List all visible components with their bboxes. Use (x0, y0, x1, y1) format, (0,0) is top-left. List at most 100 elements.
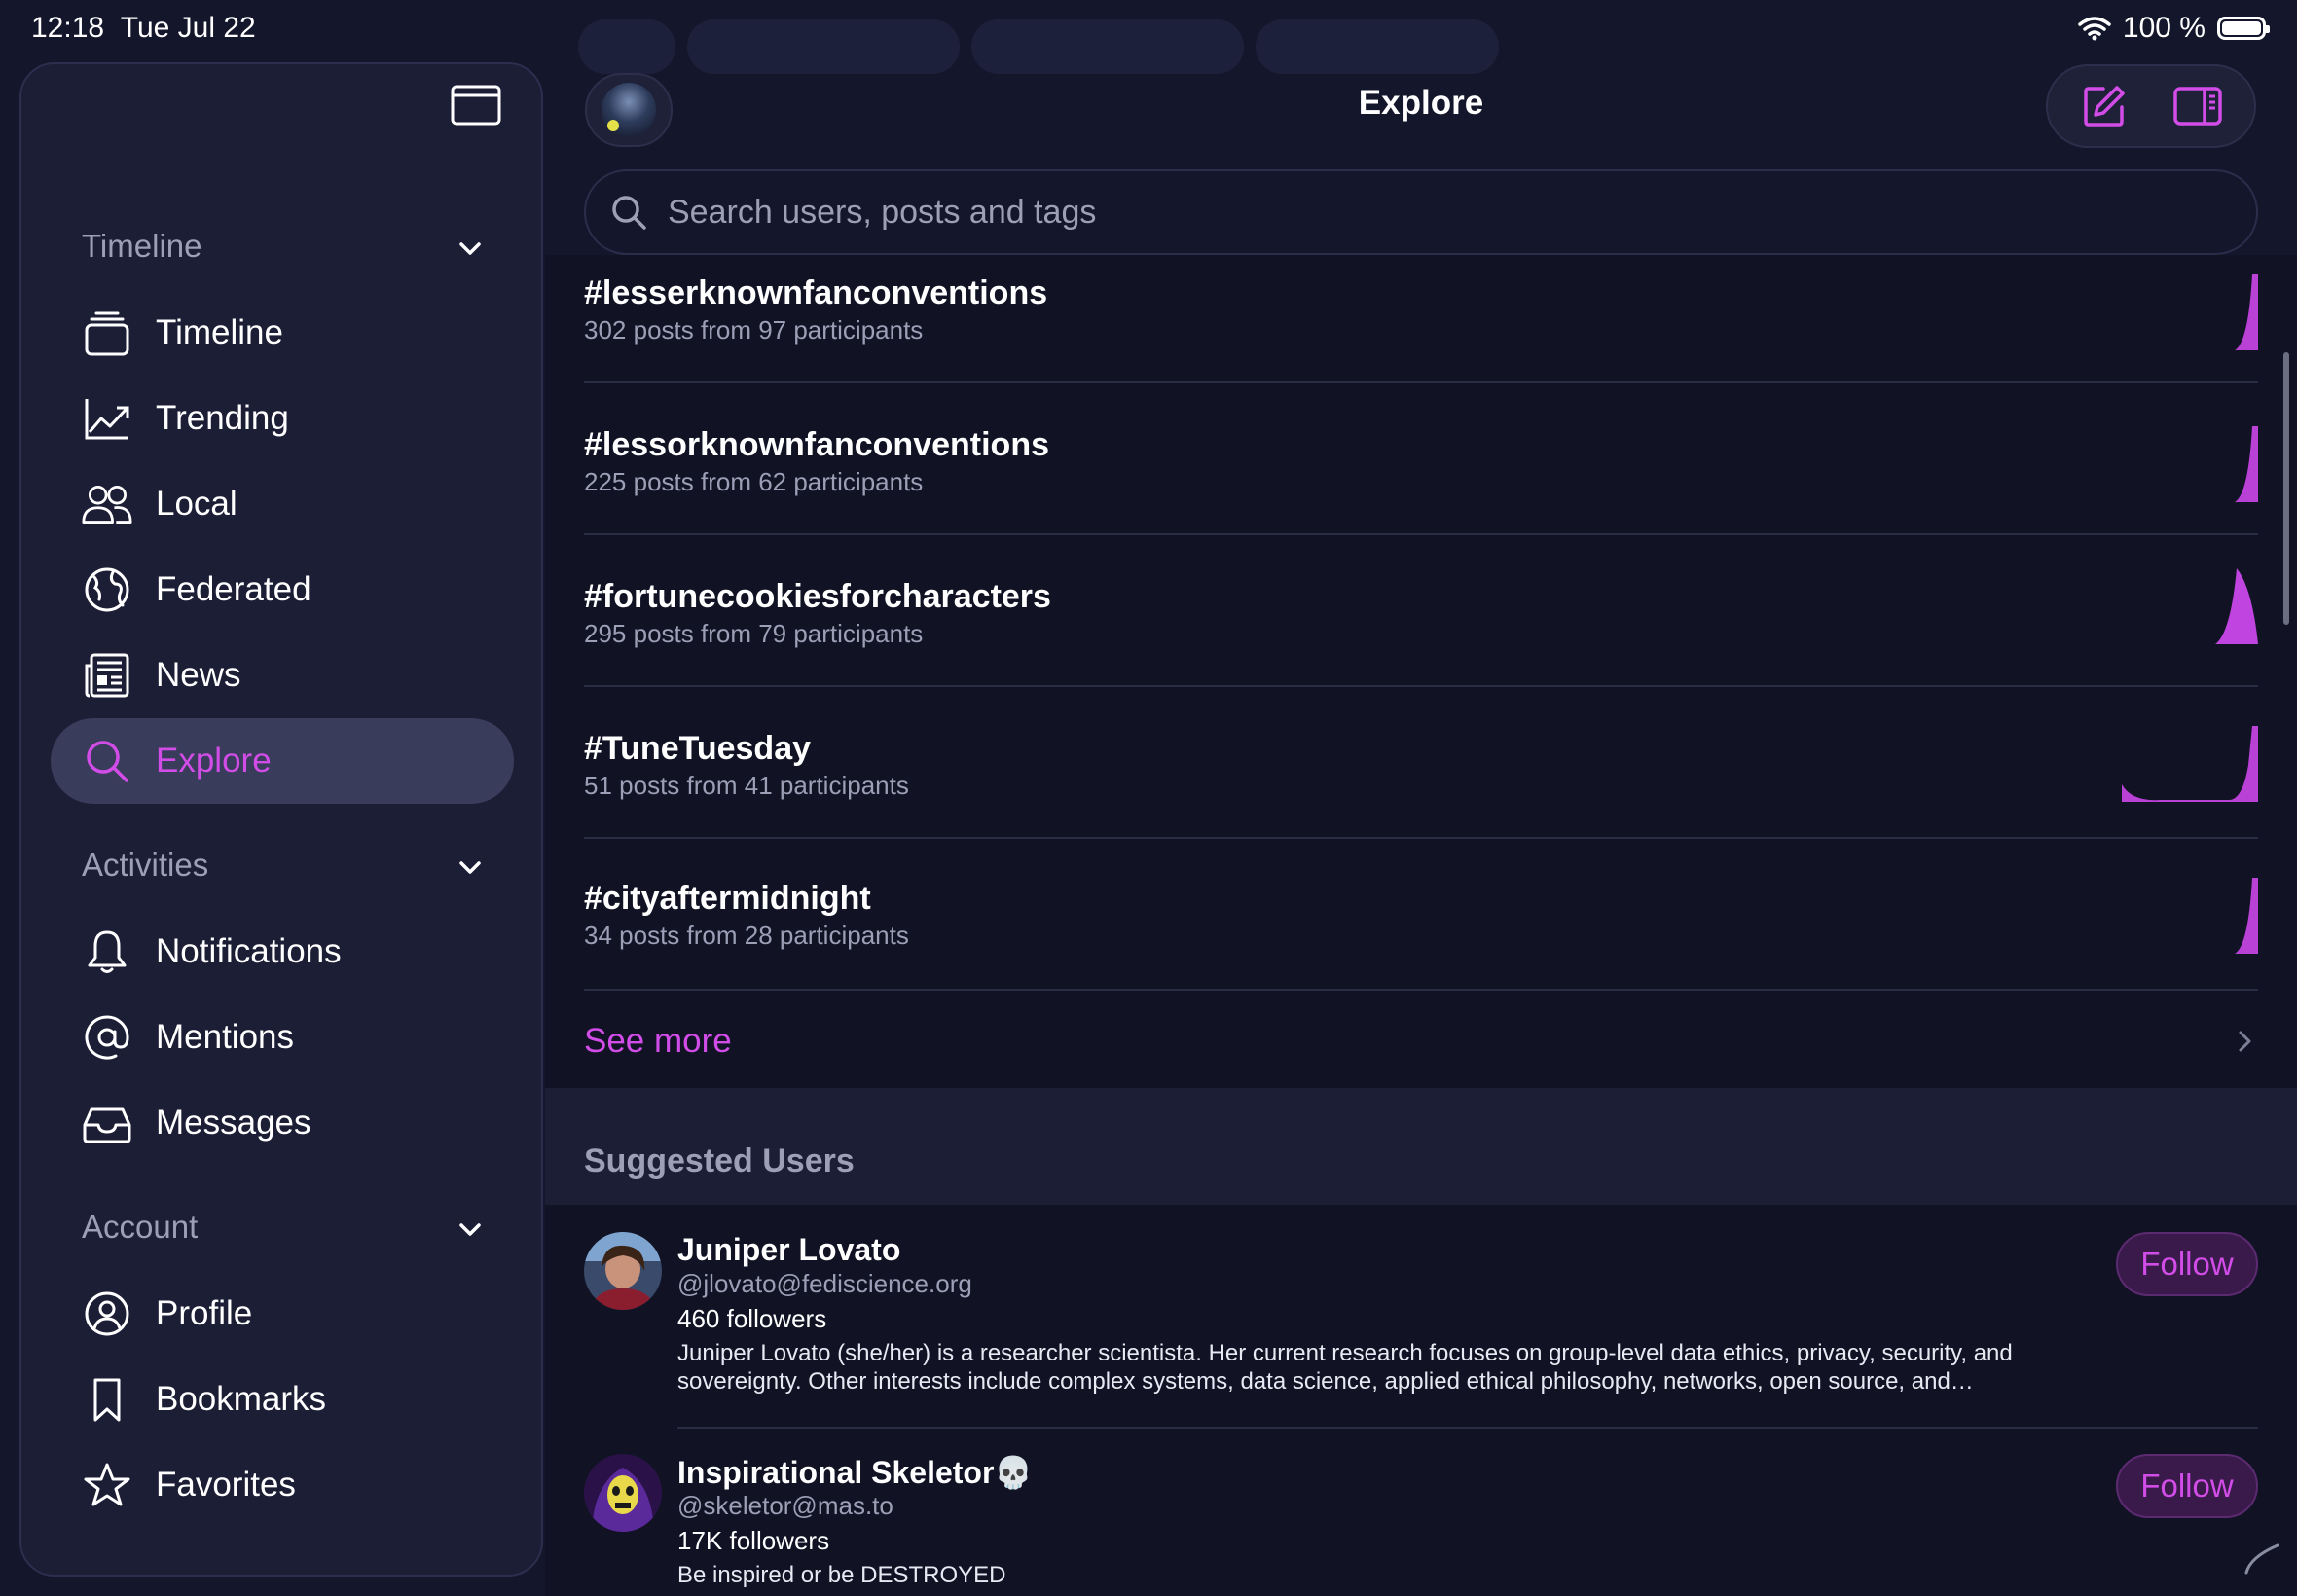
tag-row[interactable]: #lessorknownfanconventions 225 posts fro… (584, 383, 2258, 535)
chevron-down-icon[interactable] (454, 1213, 487, 1246)
tag-name: #cityaftermidnight (584, 880, 871, 917)
scrollbar[interactable] (2283, 352, 2289, 625)
sidebar-item-label: Notifications (156, 932, 342, 970)
user-name: Juniper Lovato (677, 1232, 901, 1267)
loading-spinner-icon (2242, 1538, 2281, 1577)
page-title: Explore (1358, 84, 1484, 122)
sidebar-item-label: Profile (156, 1294, 253, 1332)
sidebar-item-label: Mentions (156, 1018, 295, 1056)
bookmark-icon (82, 1374, 132, 1425)
sidebar-item-notifications[interactable]: Notifications (51, 909, 514, 995)
user-followers: 17K followers (677, 1526, 830, 1555)
tag-row[interactable]: #lesserknownfanconventions 302 posts fro… (584, 255, 2258, 381)
section-header-activities[interactable]: Activities (82, 847, 208, 884)
user-handle: @skeletor@mas.to (677, 1491, 893, 1520)
sidebar-item-label: Favorites (156, 1466, 296, 1504)
user-name: Inspirational Skeletor💀 (677, 1455, 1034, 1490)
sidebar-item-bookmarks[interactable]: Bookmarks (51, 1357, 514, 1442)
newspaper-icon (82, 650, 132, 701)
see-more-row[interactable]: See more (584, 993, 2258, 1090)
see-more-link[interactable]: See more (584, 1022, 732, 1061)
sidebar-item-federated[interactable]: Federated (51, 547, 514, 633)
user-bio: Juniper Lovato (she/her) is a researcher… (677, 1340, 2013, 1395)
tag-name: #TuneTuesday (584, 730, 812, 767)
sidebar-item-profile[interactable]: Profile (51, 1271, 514, 1357)
sidebar-right-icon[interactable] (2170, 79, 2225, 133)
tag-meta: 51 posts from 41 participants (584, 771, 909, 800)
user-row[interactable]: Juniper Lovato @jlovato@fediscience.org … (584, 1205, 2258, 1427)
battery-percent: 100 % (2122, 12, 2206, 44)
tag-meta: 34 posts from 28 participants (584, 921, 909, 950)
sidebar-item-label: Explore (156, 742, 272, 780)
tag-meta: 295 posts from 79 participants (584, 619, 924, 648)
at-sign-icon (82, 1012, 132, 1063)
user-bio: Be inspired or be DESTROYED (677, 1562, 1006, 1588)
sidebar-item-label: Trending (156, 399, 289, 437)
status-time: 12:18 Tue Jul 22 (31, 12, 256, 45)
section-header-timeline[interactable]: Timeline (82, 228, 201, 265)
section-header-account[interactable]: Account (82, 1209, 198, 1246)
user-row[interactable]: Inspirational Skeletor💀 @skeletor@mas.to… (584, 1429, 2258, 1596)
tag-sparkline (2235, 878, 2258, 954)
bell-icon (82, 926, 132, 977)
chevron-down-icon[interactable] (454, 851, 487, 884)
sidebar-item-local[interactable]: Local (51, 461, 514, 547)
tag-row[interactable]: #fortunecookiesforcharacters 295 posts f… (584, 535, 2258, 687)
avatar (584, 1454, 662, 1532)
sidebar-item-mentions[interactable]: Mentions (51, 995, 514, 1080)
avatar (602, 83, 656, 137)
search-icon (82, 736, 132, 786)
follow-button[interactable]: Follow (2116, 1454, 2258, 1518)
sidebar-item-news[interactable]: News (51, 633, 514, 718)
follow-button[interactable]: Follow (2116, 1232, 2258, 1296)
search-icon (609, 193, 648, 232)
tag-row[interactable]: #cityaftermidnight 34 posts from 28 part… (584, 839, 2258, 991)
tag-sparkline (2122, 726, 2258, 802)
timeline-stack-icon (82, 308, 132, 358)
sidebar-item-label: Timeline (156, 313, 283, 351)
globe-icon (82, 564, 132, 615)
sidebar-item-messages[interactable]: Messages (51, 1080, 514, 1166)
chevron-down-icon[interactable] (454, 232, 487, 265)
sidebar-item-label: News (156, 656, 241, 694)
sidebar-item-label: Federated (156, 570, 311, 608)
section-title-suggested-users: Suggested Users (584, 1143, 855, 1179)
battery-icon (2217, 17, 2270, 40)
sidebar-item-label: Messages (156, 1104, 311, 1142)
tag-name: #lessorknownfanconventions (584, 426, 1049, 463)
top-actions-group (2046, 64, 2256, 148)
search-input[interactable] (666, 192, 2256, 233)
sidebar-item-trending[interactable]: Trending (51, 376, 514, 461)
user-followers: 460 followers (677, 1304, 827, 1333)
tag-sparkline (2215, 568, 2258, 644)
sidebar-item-timeline[interactable]: Timeline (51, 290, 514, 376)
sidebar-item-label: Bookmarks (156, 1380, 327, 1418)
trending-chart-icon (82, 393, 132, 444)
sidebar-toggle-icon[interactable] (450, 84, 502, 127)
tag-name: #lesserknownfanconventions (584, 274, 1048, 311)
tag-meta: 302 posts from 97 participants (584, 315, 924, 345)
wifi-icon (2078, 16, 2111, 41)
search-field[interactable] (584, 169, 2258, 255)
tag-name: #fortunecookiesforcharacters (584, 578, 1051, 615)
chevron-right-icon (2231, 1025, 2258, 1058)
tag-row[interactable]: #TuneTuesday 51 posts from 41 participan… (584, 687, 2258, 839)
tag-meta: 225 posts from 62 participants (584, 467, 924, 496)
status-indicators: 100 % (2078, 12, 2270, 45)
sidebar-item-explore[interactable]: Explore (51, 718, 514, 804)
sidebar-item-favorites[interactable]: Favorites (51, 1442, 514, 1528)
compose-icon[interactable] (2077, 79, 2132, 133)
account-avatar-button[interactable] (585, 73, 673, 147)
tag-sparkline (2235, 274, 2258, 350)
user-handle: @jlovato@fediscience.org (677, 1269, 972, 1298)
person-circle-icon (82, 1288, 132, 1339)
people-icon (82, 479, 132, 529)
avatar (584, 1232, 662, 1310)
status-date: Tue Jul 22 (120, 12, 256, 44)
blurred-header-tabs (578, 19, 1581, 78)
inbox-icon (82, 1098, 132, 1148)
divider (584, 989, 2258, 991)
sidebar-item-label: Local (156, 485, 237, 523)
status-clock: 12:18 (31, 12, 105, 44)
star-icon (82, 1460, 132, 1510)
